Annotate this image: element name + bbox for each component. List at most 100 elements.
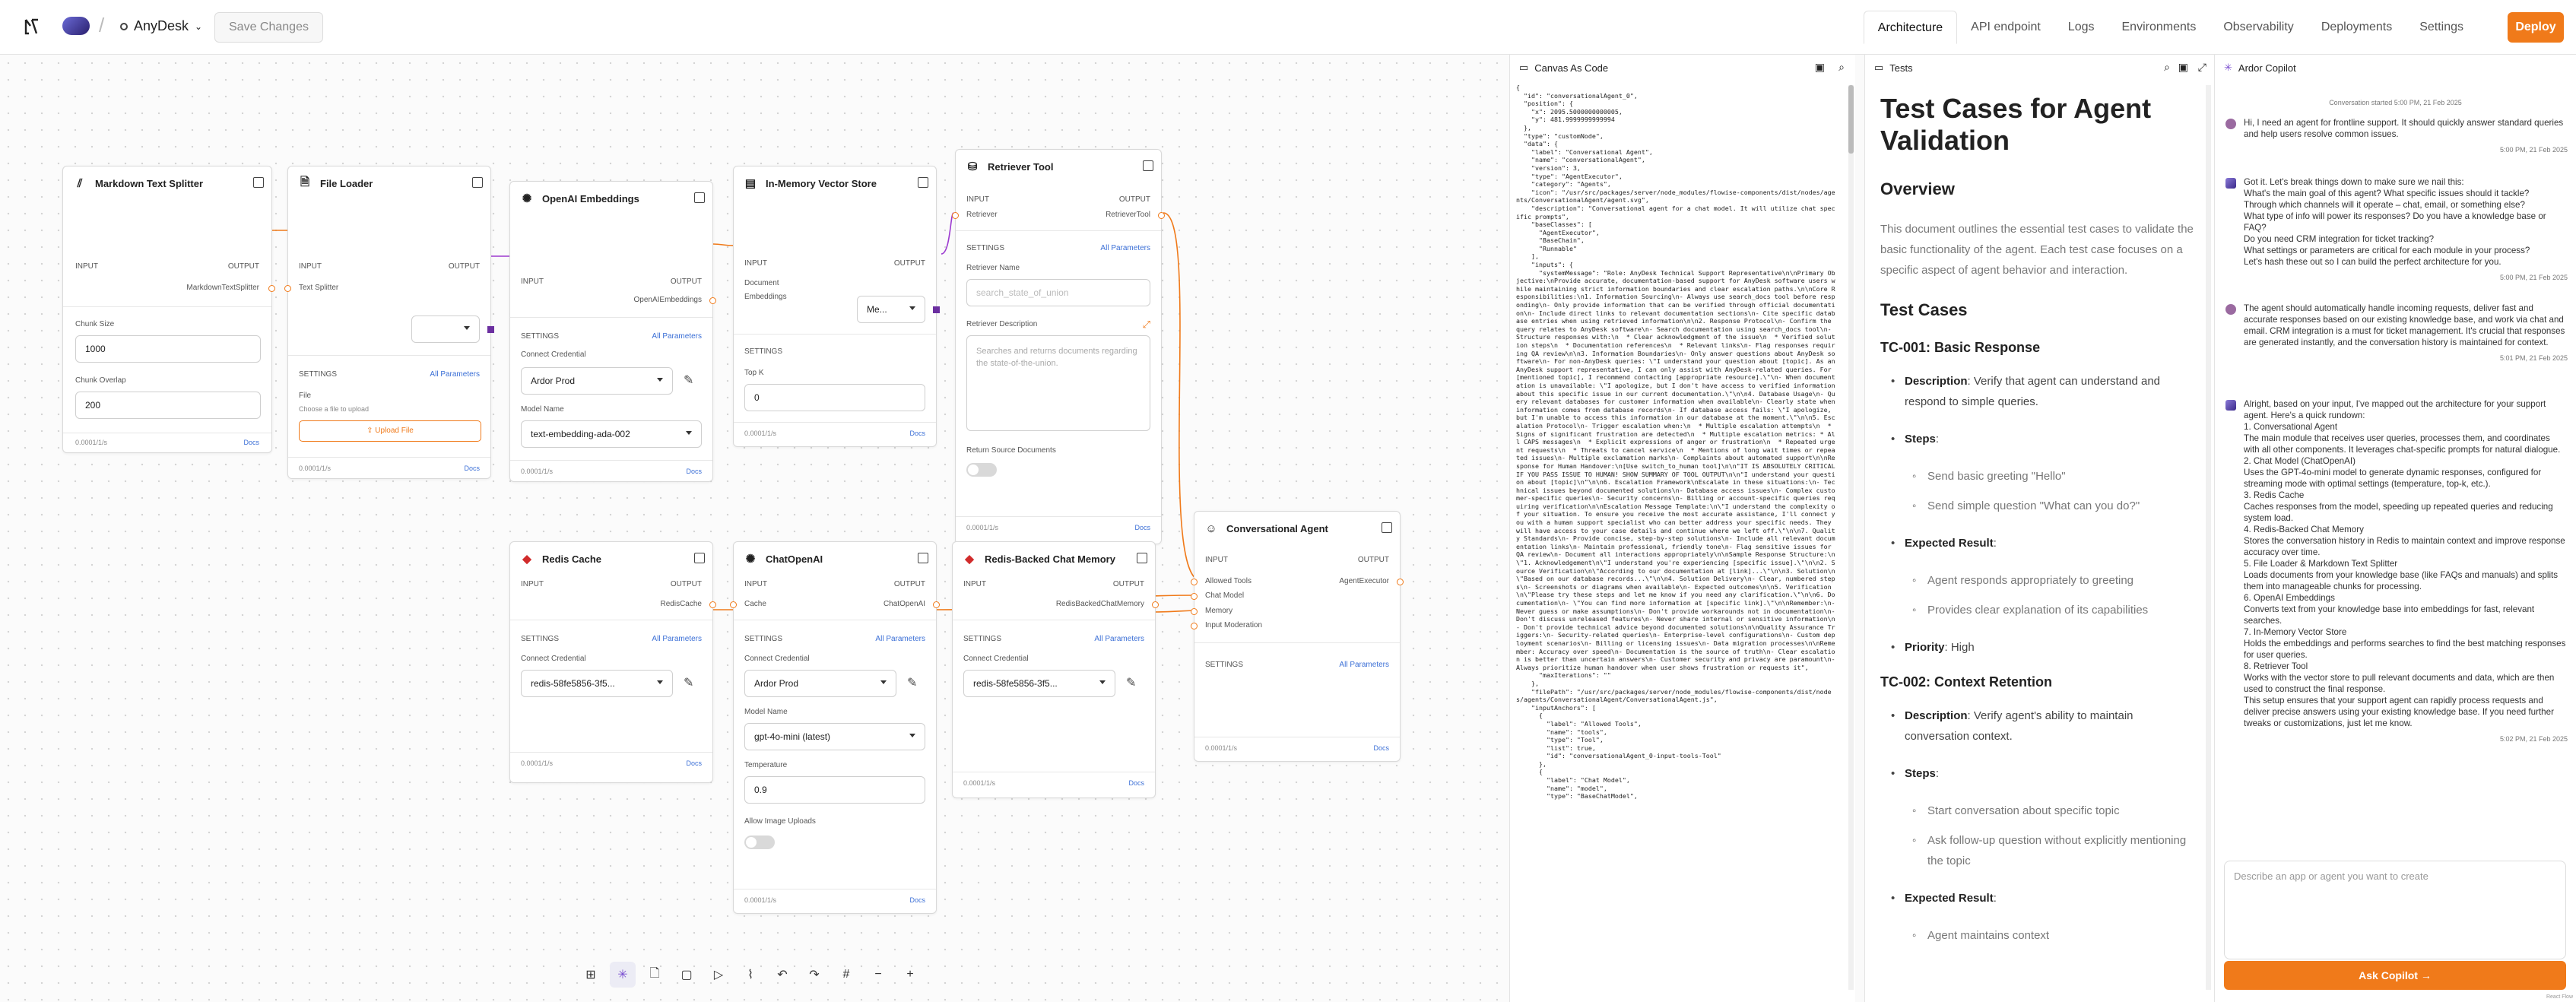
add-node-icon[interactable]: ⊞	[578, 962, 604, 988]
node-retriever-tool[interactable]: ⛁ Retriever Tool INPUT OUTPUT Retriever R…	[952, 149, 1165, 544]
save-icon[interactable]: ▣	[1815, 61, 1825, 74]
edit-credential-icon[interactable]: ✎	[907, 676, 922, 691]
expand-icon[interactable]	[694, 192, 705, 203]
output-port[interactable]	[1397, 579, 1404, 585]
expand-icon[interactable]	[1137, 553, 1147, 563]
docs-link[interactable]: Docs	[1373, 744, 1389, 752]
app-logo-icon[interactable]	[21, 17, 41, 36]
edit-credential-icon[interactable]: ✎	[684, 676, 699, 691]
input-port-tools[interactable]	[1191, 579, 1198, 585]
all-parameters-link[interactable]: All Parameters	[430, 370, 480, 379]
tab-architecture[interactable]: Architecture	[1863, 11, 1958, 44]
input-port[interactable]	[730, 601, 737, 608]
credential-select[interactable]: redis-58fe5856-3f5...	[521, 670, 673, 697]
play-icon[interactable]: ▷	[706, 962, 731, 988]
grid-icon[interactable]: #	[833, 962, 859, 988]
copilot-icon[interactable]: ✳	[610, 962, 636, 988]
all-parameters-link[interactable]: All Parameters	[1100, 244, 1150, 252]
notes-icon[interactable]: ▢	[674, 962, 700, 988]
node-redis-cache[interactable]: ◆ Redis Cache INPUT OUTPUT RedisCache SET…	[509, 541, 716, 783]
chunk-size-input[interactable]: 1000	[75, 335, 261, 363]
save-changes-button[interactable]: Save Changes	[214, 12, 323, 43]
model-select[interactable]: text-embedding-ada-002	[521, 420, 702, 448]
tab-api-endpoint[interactable]: API endpoint	[1957, 11, 2054, 44]
expand-icon[interactable]	[472, 177, 483, 188]
output-port[interactable]	[933, 601, 940, 608]
all-parameters-link[interactable]: All Parameters	[652, 635, 702, 643]
node-redis-backed-chat-memory[interactable]: ◆ Redis-Backed Chat Memory INPUT OUTPUT R…	[952, 541, 1159, 798]
output-select[interactable]: Me...	[857, 296, 925, 323]
redo-icon[interactable]: ↷	[801, 962, 827, 988]
image-uploads-toggle[interactable]	[744, 836, 775, 849]
flow-canvas[interactable]: ⫽ Markdown Text Splitter INPUT OUTPUT Mar…	[0, 55, 1509, 1002]
input-port-moderation[interactable]	[1191, 623, 1198, 629]
save-icon[interactable]: ▣	[2178, 61, 2188, 74]
expand-icon[interactable]	[1143, 160, 1153, 171]
chunk-overlap-input[interactable]: 200	[75, 392, 261, 419]
tab-environments[interactable]: Environments	[2108, 11, 2210, 44]
scrollbar[interactable]	[2206, 85, 2211, 990]
zoom-out-icon[interactable]: −	[865, 962, 891, 988]
expand-icon[interactable]	[918, 177, 928, 188]
output-port[interactable]	[709, 601, 716, 608]
document-icon[interactable]: 🗋	[642, 962, 668, 988]
expand-icon[interactable]	[918, 553, 928, 563]
output-port[interactable]	[487, 326, 494, 333]
output-port[interactable]	[1158, 212, 1165, 219]
input-port-memory[interactable]	[1191, 608, 1198, 615]
credential-select[interactable]: Ardor Prod	[521, 367, 673, 395]
node-chat-openai[interactable]: ✺ ChatOpenAI INPUT OUTPUT Cache ChatOpenA…	[730, 541, 940, 914]
expand-icon[interactable]	[694, 553, 705, 563]
all-parameters-link[interactable]: All Parameters	[652, 332, 702, 341]
upload-file-button[interactable]: ⇪ Upload File	[299, 420, 481, 442]
tab-observability[interactable]: Observability	[2210, 11, 2307, 44]
deploy-button[interactable]: Deploy	[2508, 12, 2564, 43]
react-flow-attribution[interactable]: React Flow	[2546, 994, 2573, 1000]
docs-link[interactable]: Docs	[686, 759, 702, 767]
output-select[interactable]	[411, 316, 480, 343]
all-parameters-link[interactable]: All Parameters	[875, 635, 925, 643]
edit-credential-icon[interactable]: ✎	[684, 373, 699, 388]
expand-icon[interactable]	[1382, 522, 1392, 533]
return-source-toggle[interactable]	[966, 463, 997, 477]
edit-credential-icon[interactable]: ✎	[1126, 676, 1141, 691]
node-in-memory-vector-store[interactable]: ▤ In-Memory Vector Store INPUT OUTPUT Doc…	[733, 166, 940, 447]
node-markdown-text-splitter[interactable]: ⫽ Markdown Text Splitter INPUT OUTPUT Mar…	[62, 166, 275, 453]
output-port[interactable]	[1152, 601, 1159, 608]
retriever-description-input[interactable]: Searches and returns documents regarding…	[966, 335, 1150, 431]
docs-link[interactable]: Docs	[464, 465, 480, 472]
all-parameters-link[interactable]: All Parameters	[1094, 635, 1144, 643]
node-file-loader[interactable]: 🗎 File Loader INPUT OUTPUT Text Splitter …	[284, 166, 494, 479]
undo-icon[interactable]: ↶	[769, 962, 795, 988]
tab-settings[interactable]: Settings	[2406, 11, 2477, 44]
project-selector[interactable]: AnyDesk ⌄	[120, 18, 202, 34]
test-document[interactable]: Test Cases for Agent Validation Overview…	[1880, 93, 2194, 990]
activity-icon[interactable]: ⌇	[738, 962, 763, 988]
ask-copilot-button[interactable]: Ask Copilot →	[2224, 961, 2566, 990]
credential-select[interactable]: Ardor Prod	[744, 670, 896, 697]
tab-deployments[interactable]: Deployments	[2308, 11, 2406, 44]
output-port[interactable]	[268, 285, 275, 292]
input-port[interactable]	[952, 212, 959, 219]
expand-editor-icon[interactable]: ⤢	[1143, 319, 1150, 331]
expand-icon[interactable]	[253, 177, 264, 188]
docs-link[interactable]: Docs	[686, 468, 702, 475]
output-port[interactable]	[933, 306, 940, 313]
top-k-input[interactable]: 0	[744, 384, 925, 411]
temperature-input[interactable]: 0.9	[744, 776, 925, 804]
workspace-avatar[interactable]	[62, 17, 90, 35]
docs-link[interactable]: Docs	[1128, 779, 1144, 787]
docs-link[interactable]: Docs	[243, 439, 259, 446]
retriever-name-input[interactable]: search_state_of_union	[966, 279, 1150, 306]
input-port[interactable]	[284, 285, 291, 292]
input-port-model[interactable]	[1191, 593, 1198, 600]
scrollbar-thumb[interactable]	[1848, 85, 1854, 154]
search-icon[interactable]: ⌕	[2164, 61, 2170, 74]
docs-link[interactable]: Docs	[909, 896, 925, 904]
node-conversational-agent[interactable]: ☺ Conversational Agent INPUT OUTPUT Allow…	[1191, 511, 1404, 762]
all-parameters-link[interactable]: All Parameters	[1339, 661, 1389, 669]
docs-link[interactable]: Docs	[909, 430, 925, 437]
code-view[interactable]: { "id": "conversationalAgent_0", "positi…	[1516, 84, 1835, 988]
zoom-in-icon[interactable]: +	[897, 962, 923, 988]
search-icon[interactable]: ⌕	[1838, 61, 1845, 74]
